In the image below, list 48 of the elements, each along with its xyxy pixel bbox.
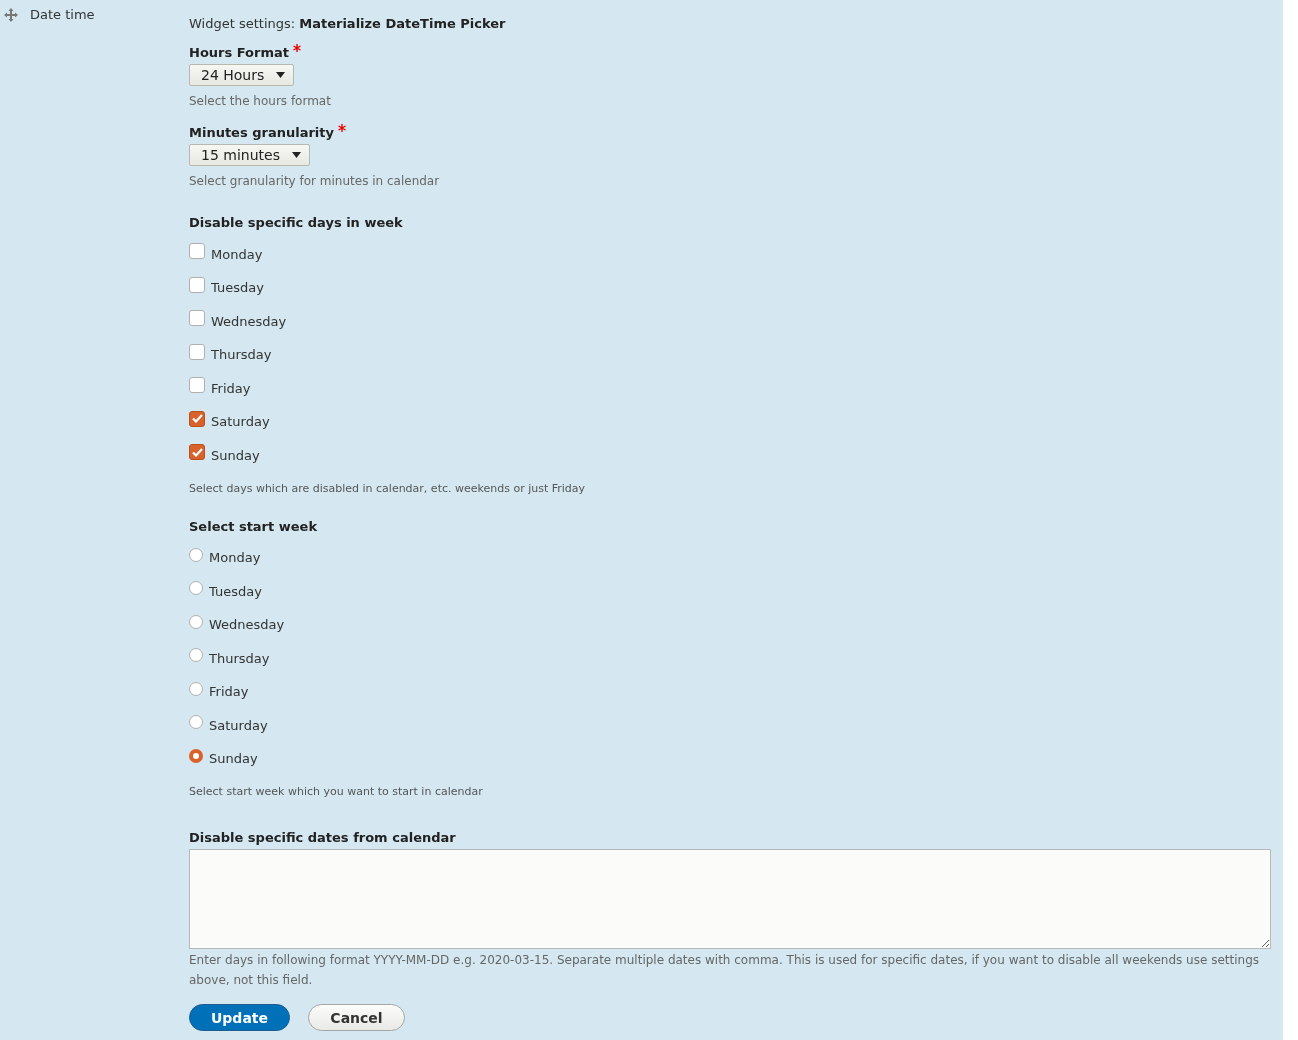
drag-handle-icon[interactable]: [4, 8, 18, 22]
radio-button[interactable]: [189, 581, 203, 596]
radio-label[interactable]: Friday: [209, 684, 249, 700]
checkbox[interactable]: [189, 243, 205, 260]
dropdown-select[interactable]: 24 Hours: [189, 64, 295, 86]
radio-label[interactable]: Monday: [209, 550, 261, 566]
field-label: Hours Format: [189, 45, 289, 60]
checkbox[interactable]: [189, 276, 205, 293]
checkbox-label[interactable]: Thursday: [211, 347, 272, 363]
checkbox[interactable]: [189, 343, 205, 360]
radio-button[interactable]: [189, 547, 203, 562]
radio-label[interactable]: Sunday: [209, 751, 258, 767]
section-heading: Disable specific days in week: [189, 215, 404, 230]
caret-icon: [276, 72, 286, 78]
cancel-button[interactable]: Cancel: [308, 1004, 405, 1031]
radio-button[interactable]: [189, 614, 203, 629]
caret-icon: [291, 152, 301, 158]
radio-label[interactable]: Wednesday: [209, 617, 285, 633]
radio-button[interactable]: [189, 715, 203, 730]
field-label: Minutes granularity: [189, 125, 334, 140]
field-description: Select granularity for minutes in calendar: [189, 173, 441, 190]
field-label: Disable specific dates from calendar: [189, 830, 457, 845]
checkbox[interactable]: [189, 444, 205, 461]
radio-label[interactable]: Thursday: [209, 650, 270, 666]
checkbox[interactable]: [189, 410, 205, 427]
dropdown-select[interactable]: 15 minutes: [189, 144, 310, 166]
radio-button[interactable]: [189, 748, 203, 763]
checkbox-label[interactable]: Sunday: [211, 447, 260, 463]
checkbox-label[interactable]: Friday: [211, 380, 251, 396]
field-description: Select start week which you want to start in calendar: [189, 785, 484, 798]
checkbox[interactable]: [189, 377, 205, 394]
field-description: Select days which are disabled in calendar, etc. weekends or just Friday: [189, 481, 587, 495]
radio-label[interactable]: Saturday: [209, 717, 268, 733]
radio-button[interactable]: [189, 648, 203, 663]
field-description: Enter days in following format YYYY-MM-DD e.g. 2020-03-15. Separate multiple dates with comma. This is used for specific dates, if you want to disable all weekends use settings above, not this field.: [189, 952, 1260, 989]
checkbox-label[interactable]: Saturday: [211, 414, 270, 430]
widget-settings-title: Widget settings: Materialize DateTime Picker: [189, 16, 507, 31]
radio-button[interactable]: [189, 681, 203, 696]
section-heading: Select start week: [189, 518, 319, 534]
checkbox[interactable]: [189, 310, 205, 327]
dates-textarea[interactable]: [189, 849, 1271, 949]
field-description: Select the hours format: [189, 93, 332, 110]
update-button[interactable]: Update: [189, 1004, 290, 1031]
checkbox-label[interactable]: Monday: [211, 246, 263, 262]
checkbox-label[interactable]: Wednesday: [211, 313, 287, 329]
row-label: Date time: [30, 7, 95, 22]
radio-label[interactable]: Tuesday: [209, 583, 262, 599]
checkbox-label[interactable]: Tuesday: [211, 280, 264, 296]
